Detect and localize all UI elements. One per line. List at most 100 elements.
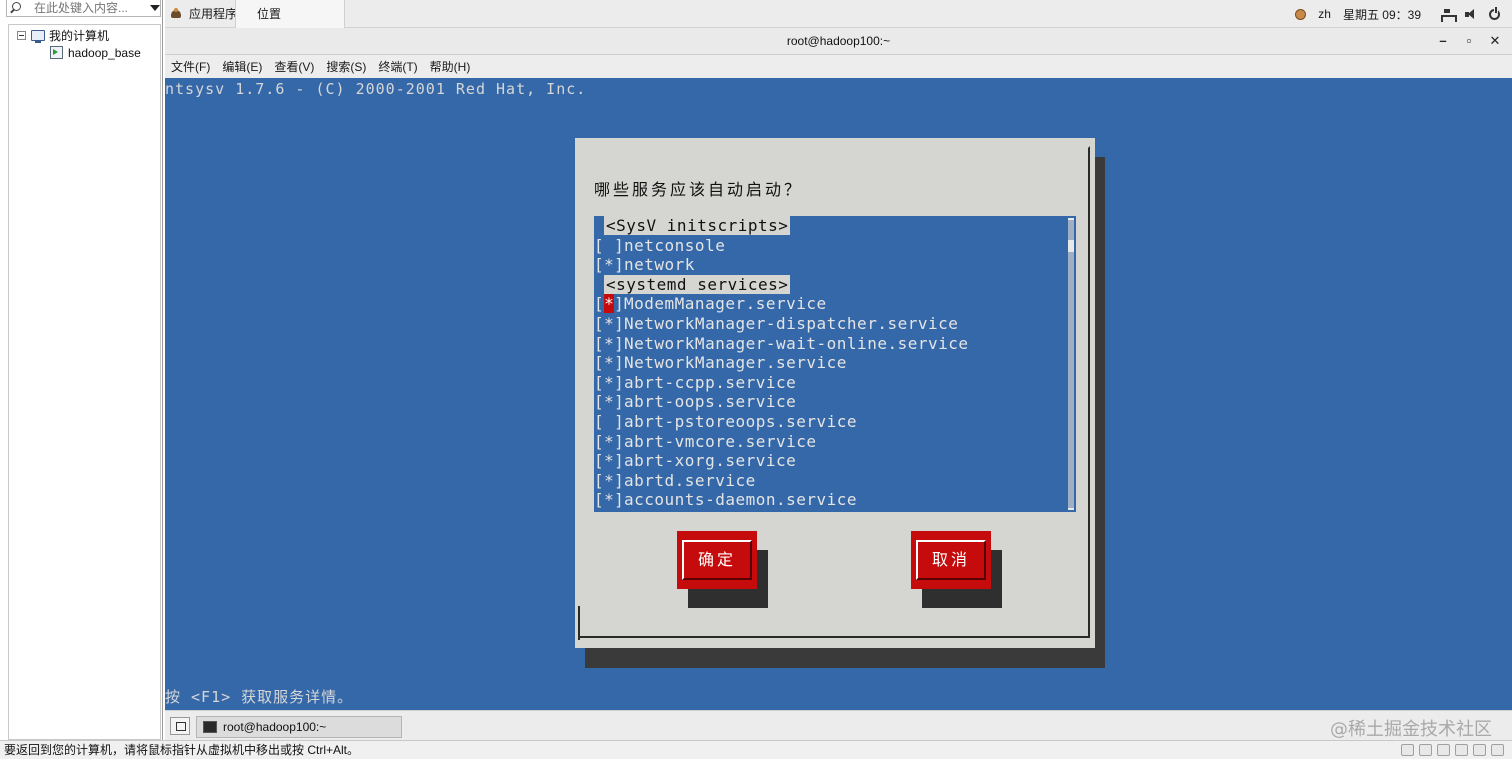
- service-checkbox[interactable]: [*]: [594, 490, 624, 509]
- service-name: abrt-vmcore.service: [624, 432, 817, 451]
- service-name: abrt-oops.service: [624, 392, 797, 411]
- service-row[interactable]: [*]abrtd.service: [594, 471, 756, 490]
- service-checkbox[interactable]: [*]: [594, 432, 624, 451]
- network-status[interactable]: [1441, 8, 1457, 22]
- vm-display[interactable]: 应用程序 位置 终端 zh 星期五 09：39 root@hadoop100:~…: [165, 0, 1512, 740]
- hard-disk-icon[interactable]: [1401, 744, 1414, 756]
- section-header-label: <SysV initscripts>: [604, 216, 791, 235]
- service-name: abrt-ccpp.service: [624, 373, 797, 392]
- service-checkbox[interactable]: [*]: [594, 451, 624, 470]
- service-row[interactable]: [*]accounts-daemon.service: [594, 490, 857, 509]
- scroll-down-icon[interactable]: [1068, 502, 1074, 510]
- service-row[interactable]: [*]abrt-ccpp.service: [594, 373, 796, 392]
- status-message: 要返回到您的计算机，请将鼠标指针从虚拟机中移出或按 Ctrl+Alt。: [4, 743, 360, 757]
- scroll-thumb[interactable]: [1068, 240, 1074, 252]
- checkbox-mark: *: [604, 334, 615, 353]
- service-checkbox[interactable]: [*]: [594, 392, 624, 411]
- places-menu[interactable]: 位置: [257, 5, 281, 22]
- menu-terminal[interactable]: 终端(T): [378, 58, 417, 75]
- usb-icon[interactable]: [1455, 744, 1468, 756]
- search-dropdown-icon[interactable]: [150, 5, 160, 11]
- minimize-button[interactable]: –: [1430, 28, 1456, 54]
- input-method-indicator[interactable]: [1295, 8, 1307, 20]
- service-row[interactable]: [*]abrt-xorg.service: [594, 451, 796, 470]
- menu-search[interactable]: 搜索(S): [326, 58, 366, 75]
- maximize-button[interactable]: ▫: [1456, 28, 1482, 54]
- services-list[interactable]: <SysV initscripts>[ ]netconsole [*]networ…: [594, 216, 1076, 512]
- input-method-icon: [1295, 8, 1307, 20]
- section-header-label: <systemd services>: [604, 275, 791, 294]
- service-row[interactable]: [ ]abrt-pstoreoops.service: [594, 412, 857, 431]
- network-adapter-icon[interactable]: [1437, 744, 1450, 756]
- library-search-input[interactable]: [34, 1, 144, 15]
- power-menu[interactable]: [1489, 6, 1500, 20]
- applications-menu[interactable]: 应用程序: [189, 5, 237, 22]
- service-name: abrtd.service: [624, 471, 756, 490]
- cd-drive-icon[interactable]: [1419, 744, 1432, 756]
- checkbox-mark: *: [604, 432, 615, 451]
- dialog-frame-corner: [578, 606, 580, 640]
- service-row[interactable]: [*]network: [594, 255, 695, 274]
- taskbar-window-label: root@hadoop100:~: [223, 720, 327, 734]
- taskbar-window-button[interactable]: root@hadoop100:~: [196, 716, 402, 738]
- terminal-screen[interactable]: ntsysv 1.7.6 - (C) 2000-2001 Red Hat, In…: [165, 78, 1512, 710]
- power-icon: [1489, 6, 1500, 20]
- collapse-icon[interactable]: [17, 31, 26, 40]
- volume-icon: [1465, 8, 1477, 20]
- terminal-icon: [203, 721, 217, 733]
- service-row[interactable]: [*]NetworkManager-dispatcher.service: [594, 314, 958, 333]
- service-row[interactable]: [*]NetworkManager.service: [594, 353, 847, 372]
- checkbox-mark: *: [604, 255, 615, 274]
- device-icons: [1396, 744, 1504, 756]
- service-row[interactable]: [*]abrt-oops.service: [594, 392, 796, 411]
- clock[interactable]: 星期五 09：39: [1343, 6, 1421, 23]
- menu-view[interactable]: 查看(V): [274, 58, 314, 75]
- menu-help[interactable]: 帮助(H): [430, 58, 471, 75]
- show-desktop-button[interactable]: [170, 717, 190, 735]
- service-checkbox[interactable]: [ ]: [594, 412, 624, 431]
- service-checkbox[interactable]: [*]: [594, 334, 624, 353]
- close-button[interactable]: ✕: [1482, 28, 1508, 54]
- scroll-up-icon[interactable]: [1068, 218, 1074, 226]
- menu-edit[interactable]: 编辑(E): [222, 58, 262, 75]
- sound-card-icon[interactable]: [1473, 744, 1486, 756]
- help-hint: 按 <F1> 获取服务详情。: [165, 688, 354, 706]
- service-checkbox[interactable]: [*]: [594, 353, 624, 372]
- service-name: NetworkManager-wait-online.service: [624, 334, 969, 353]
- tree-item-vm[interactable]: hadoop_base: [50, 44, 141, 61]
- service-row[interactable]: [*]ModemManager.service: [594, 294, 827, 313]
- applications-icon: [171, 7, 183, 20]
- service-checkbox[interactable]: [*]: [594, 314, 624, 333]
- checkbox-mark: *: [604, 373, 615, 392]
- input-method-label[interactable]: zh: [1318, 7, 1331, 21]
- service-checkbox[interactable]: [*]: [594, 471, 624, 490]
- library-sidebar: 我的计算机 hadoop_base: [0, 0, 163, 740]
- service-checkbox[interactable]: [*]: [594, 373, 624, 392]
- vm-running-icon: [50, 46, 63, 59]
- search-icon: [7, 0, 21, 16]
- library-search-box[interactable]: [6, 0, 161, 17]
- cancel-button[interactable]: 取消: [911, 531, 991, 589]
- tree-item-my-computer[interactable]: 我的计算机: [17, 27, 109, 44]
- service-checkbox[interactable]: [*]: [594, 294, 624, 313]
- checkbox-mark: *: [604, 294, 615, 313]
- service-checkbox[interactable]: [*]: [594, 255, 624, 274]
- display-icon[interactable]: [1491, 744, 1504, 756]
- services-scrollbar[interactable]: [1068, 218, 1074, 510]
- checkbox-mark: *: [604, 392, 615, 411]
- volume-status[interactable]: [1465, 8, 1477, 20]
- list-section-header[interactable]: <SysV initscripts>: [594, 216, 791, 235]
- service-checkbox[interactable]: [ ]: [594, 236, 624, 255]
- list-section-header[interactable]: <systemd services>: [594, 275, 791, 294]
- window-title: root@hadoop100:~: [786, 34, 891, 48]
- library-tree: 我的计算机 hadoop_base: [8, 24, 161, 740]
- checkbox-mark: *: [604, 314, 615, 333]
- service-row[interactable]: [ ]netconsole: [594, 236, 725, 255]
- checkbox-mark: *: [604, 353, 615, 372]
- menu-file[interactable]: 文件(F): [171, 58, 210, 75]
- terminal-menubar: 文件(F) 编辑(E) 查看(V) 搜索(S) 终端(T) 帮助(H): [165, 55, 1512, 78]
- service-name: network: [624, 255, 695, 274]
- service-row[interactable]: [*]NetworkManager-wait-online.service: [594, 334, 969, 353]
- ok-button[interactable]: 确定: [677, 531, 757, 589]
- service-row[interactable]: [*]abrt-vmcore.service: [594, 432, 817, 451]
